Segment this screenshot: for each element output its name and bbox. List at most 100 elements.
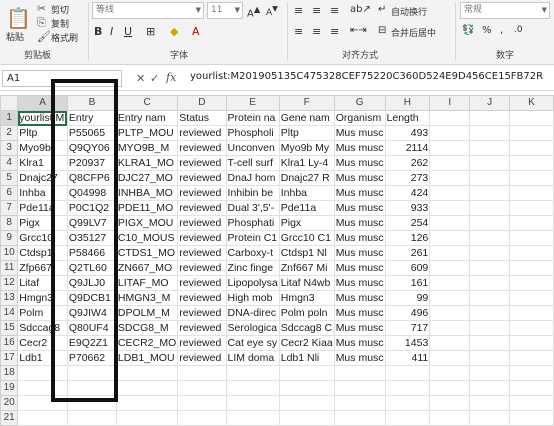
cell-g[interactable]: Mus musc — [333, 230, 386, 246]
cell-a[interactable]: Pde11a — [17, 200, 68, 216]
cell-c[interactable]: HMGN3_M — [115, 290, 179, 306]
cell-empty[interactable] — [429, 395, 471, 411]
cancel-icon[interactable]: ✕ — [136, 72, 145, 85]
cell-e[interactable]: High mob — [225, 290, 280, 306]
fx-icon[interactable]: fx — [166, 71, 176, 84]
cell-empty[interactable] — [469, 275, 510, 291]
cell-b[interactable]: P58466 — [66, 245, 117, 261]
row-header[interactable]: 6 — [0, 185, 19, 201]
cell-a[interactable]: Grcc10 — [17, 230, 68, 246]
cell-f[interactable]: Pde11a — [278, 200, 335, 216]
cell-e[interactable]: Inhibin be — [225, 185, 280, 201]
cell-h[interactable]: 262 — [384, 155, 431, 171]
row-header[interactable]: 19 — [0, 380, 19, 396]
font-name-select[interactable]: 等线 ▼ — [92, 2, 204, 19]
cell-a[interactable] — [17, 410, 68, 426]
cell-empty[interactable] — [508, 335, 554, 351]
cell-empty[interactable] — [429, 215, 471, 231]
merge-icon[interactable]: ⊟ — [378, 25, 386, 36]
cell-e[interactable]: DnaJ hom — [225, 170, 280, 186]
cell-f[interactable]: Ldb1 Nli — [278, 350, 335, 366]
cell-empty[interactable] — [508, 110, 554, 126]
cell-d[interactable] — [177, 395, 227, 411]
row-header[interactable]: 12 — [0, 275, 19, 291]
cell-c[interactable]: CECR2_MO — [115, 335, 179, 351]
cell-empty[interactable] — [508, 350, 554, 366]
cell-d[interactable]: reviewed — [177, 155, 227, 171]
cell-a[interactable]: Zfp667 — [17, 260, 68, 276]
cell-empty[interactable] — [429, 230, 471, 246]
cell-d[interactable]: reviewed — [177, 320, 227, 336]
select-all-corner[interactable] — [0, 95, 19, 111]
cell-b[interactable]: Q9DCB1 — [66, 290, 117, 306]
cell-h[interactable]: 424 — [384, 185, 431, 201]
cell-h[interactable]: 2114 — [384, 140, 431, 156]
cell-g[interactable] — [333, 380, 386, 396]
cell-empty[interactable] — [469, 215, 510, 231]
cell-g[interactable]: Mus musc — [333, 155, 386, 171]
cell-c[interactable] — [115, 410, 179, 426]
cell-b[interactable]: Entry — [66, 110, 117, 126]
cell-empty[interactable] — [429, 155, 471, 171]
cell-d[interactable]: reviewed — [177, 275, 227, 291]
align-right-icon[interactable]: ≡ — [330, 25, 339, 38]
cell-g[interactable]: Mus musc — [333, 350, 386, 366]
cell-e[interactable]: Lipopolysa — [225, 275, 280, 291]
cell-empty[interactable] — [508, 245, 554, 261]
cell-h[interactable] — [384, 380, 431, 396]
column-header[interactable]: K — [508, 95, 554, 111]
cell-d[interactable]: reviewed — [177, 260, 227, 276]
cell-empty[interactable] — [429, 350, 471, 366]
italic-icon[interactable]: I — [110, 25, 113, 38]
cell-empty[interactable] — [508, 380, 554, 396]
grow-font-icon[interactable]: A▲ — [247, 4, 260, 19]
cell-c[interactable]: DPOLM_M — [115, 305, 179, 321]
cell-f[interactable] — [278, 380, 335, 396]
cell-e[interactable]: Serologica — [225, 320, 280, 336]
cell-e[interactable]: Protein C1 — [225, 230, 280, 246]
decimal-icon[interactable]: .0 — [514, 25, 523, 35]
format-painter-button[interactable]: 格式刷 — [51, 31, 78, 44]
column-header[interactable]: I — [429, 95, 471, 111]
column-header[interactable]: C — [115, 95, 179, 111]
cell-g[interactable]: Mus musc — [333, 290, 386, 306]
paste-icon[interactable]: 📋 — [6, 6, 31, 30]
cell-d[interactable] — [177, 380, 227, 396]
cell-h[interactable]: Length — [384, 110, 431, 126]
cell-d[interactable]: reviewed — [177, 125, 227, 141]
cell-f[interactable]: Polm poln — [278, 305, 335, 321]
cell-f[interactable]: Litaf N4wb — [278, 275, 335, 291]
column-header[interactable]: A — [17, 95, 68, 111]
cell-d[interactable]: reviewed — [177, 305, 227, 321]
currency-icon[interactable]: 💱 — [462, 25, 474, 36]
row-header[interactable]: 16 — [0, 335, 19, 351]
cell-h[interactable]: 717 — [384, 320, 431, 336]
cell-empty[interactable] — [429, 200, 471, 216]
cell-a[interactable]: Pigx — [17, 215, 68, 231]
cell-c[interactable]: Entry nam — [115, 110, 179, 126]
row-header[interactable]: 15 — [0, 320, 19, 336]
cell-e[interactable]: Protein na — [225, 110, 280, 126]
cell-empty[interactable] — [469, 140, 510, 156]
column-header[interactable]: E — [225, 95, 280, 111]
cell-c[interactable] — [115, 365, 179, 381]
indent-icon[interactable]: ⇤⇥ — [350, 25, 367, 36]
cell-g[interactable]: Mus musc — [333, 275, 386, 291]
cell-empty[interactable] — [429, 140, 471, 156]
cell-e[interactable]: Phospholi — [225, 125, 280, 141]
cell-a[interactable] — [17, 365, 68, 381]
cell-empty[interactable] — [429, 110, 471, 126]
cell-g[interactable]: Mus musc — [333, 185, 386, 201]
cut-icon[interactable]: ✂ — [37, 2, 46, 15]
row-header[interactable]: 4 — [0, 155, 19, 171]
cell-h[interactable] — [384, 395, 431, 411]
column-header[interactable]: J — [469, 95, 510, 111]
cell-empty[interactable] — [429, 275, 471, 291]
cell-empty[interactable] — [508, 125, 554, 141]
cell-e[interactable]: Cat eye sy — [225, 335, 280, 351]
cell-empty[interactable] — [469, 395, 510, 411]
cell-b[interactable]: Q9JLJ0 — [66, 275, 117, 291]
copy-button[interactable]: 复制 — [51, 17, 69, 30]
fill-color-icon[interactable]: ◆ — [170, 25, 178, 38]
cell-c[interactable]: DJC27_MO — [115, 170, 179, 186]
